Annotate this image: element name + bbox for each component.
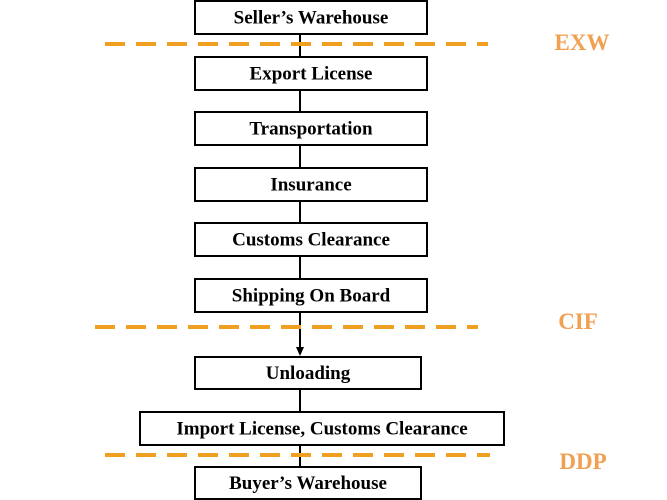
- arrowhead-icon: [296, 347, 304, 356]
- step-box: Buyer’s Warehouse: [194, 466, 422, 500]
- step-label: Export License: [250, 64, 373, 85]
- step-box: Seller’s Warehouse: [194, 0, 428, 35]
- step-label: Shipping On Board: [232, 286, 391, 307]
- diagram-canvas: Seller’s Warehouse Export License Transpor…: [95, 0, 610, 500]
- incoterm-label: EXW: [555, 30, 610, 55]
- step-box: Import License, Customs Clearance: [139, 411, 505, 446]
- incoterm-label: DDP: [559, 449, 606, 474]
- step-box: Transportation: [194, 111, 428, 146]
- step-box: Customs Clearance: [194, 222, 428, 257]
- step-label: Seller’s Warehouse: [234, 8, 389, 29]
- step-label: Customs Clearance: [232, 230, 390, 251]
- incoterms-flow-diagram: Seller’s Warehouse Export License Transpor…: [0, 0, 667, 500]
- step-box: Insurance: [194, 167, 428, 202]
- step-box: Unloading: [194, 356, 422, 390]
- step-label: Transportation: [249, 119, 373, 140]
- step-box: Shipping On Board: [194, 278, 428, 313]
- step-label: Buyer’s Warehouse: [229, 473, 387, 494]
- step-label: Import License, Customs Clearance: [176, 419, 467, 440]
- incoterm-label: CIF: [558, 309, 598, 334]
- step-box: Export License: [194, 56, 428, 91]
- step-label: Unloading: [266, 363, 351, 384]
- step-label: Insurance: [270, 175, 351, 196]
